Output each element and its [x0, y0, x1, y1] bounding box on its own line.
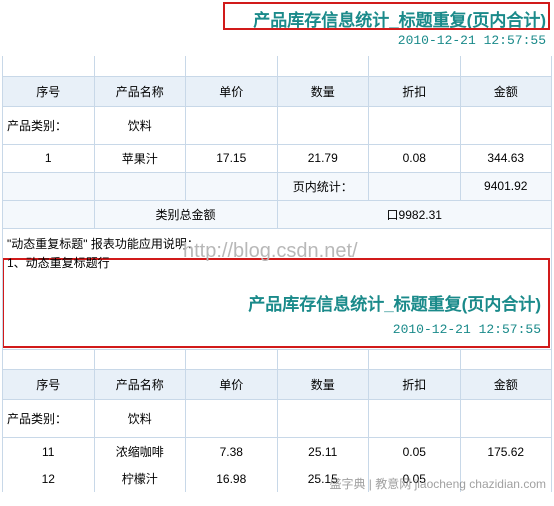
category-label: 产品类别：: [3, 400, 95, 438]
report1-table: 序号 产品名称 单价 数量 折扣 金额 产品类别： 饮料 1 苹果汁 17.15…: [2, 56, 552, 229]
col-disc: 折扣: [369, 370, 461, 400]
page-subtotal-row: 页内统计： 9401.92: [3, 172, 552, 200]
cattotal-label: 类别总金额: [94, 200, 277, 228]
col-qty: 数量: [277, 370, 369, 400]
pagesum-amt: 9401.92: [460, 172, 552, 200]
table-row: 1 苹果汁 17.15 21.79 0.08 344.63: [3, 144, 552, 172]
note-line2: 1、动态重复标题行: [7, 254, 547, 273]
category-row: 产品类别： 饮料: [3, 106, 552, 144]
col-name: 产品名称: [94, 370, 186, 400]
col-amt: 金额: [460, 370, 552, 400]
note-line1: "动态重复标题" 报表功能应用说明：: [7, 235, 547, 254]
report1-timestamp: 2010-12-21 12:57:55: [2, 33, 552, 56]
col-qty: 数量: [277, 76, 369, 106]
table-row: 12 柠檬汁 16.98 25.15 0.05: [3, 465, 552, 492]
table-row: 11 浓缩咖啡 7.38 25.11 0.05 175.62: [3, 438, 552, 466]
col-price: 单价: [186, 76, 278, 106]
category-total-row: 类别总金额 口9982.31: [3, 200, 552, 228]
report2-table: 序号 产品名称 单价 数量 折扣 金额 产品类别： 饮料 11 浓缩咖啡 7.3…: [2, 350, 552, 493]
pagesum-label: 页内统计：: [277, 172, 369, 200]
table-header-row: 序号 产品名称 单价 数量 折扣 金额: [3, 370, 552, 400]
category-value: 饮料: [94, 106, 186, 144]
category-value: 饮料: [94, 400, 186, 438]
report2-timestamp: 2010-12-21 12:57:55: [7, 320, 547, 343]
report2-title: 产品库存信息统计_标题重复(页内合计): [7, 273, 547, 320]
col-name: 产品名称: [94, 76, 186, 106]
col-no: 序号: [3, 76, 95, 106]
note-block: http://blog.csdn.net/ "动态重复标题" 报表功能应用说明：…: [2, 229, 552, 350]
report1-title: 产品库存信息统计_标题重复(页内合计): [2, 2, 552, 33]
category-label: 产品类别：: [3, 106, 95, 144]
col-disc: 折扣: [369, 76, 461, 106]
cattotal-value: 口9982.31: [277, 200, 552, 228]
category-row: 产品类别： 饮料: [3, 400, 552, 438]
col-price: 单价: [186, 370, 278, 400]
table-header-row: 序号 产品名称 单价 数量 折扣 金额: [3, 76, 552, 106]
col-no: 序号: [3, 370, 95, 400]
col-amt: 金额: [460, 76, 552, 106]
